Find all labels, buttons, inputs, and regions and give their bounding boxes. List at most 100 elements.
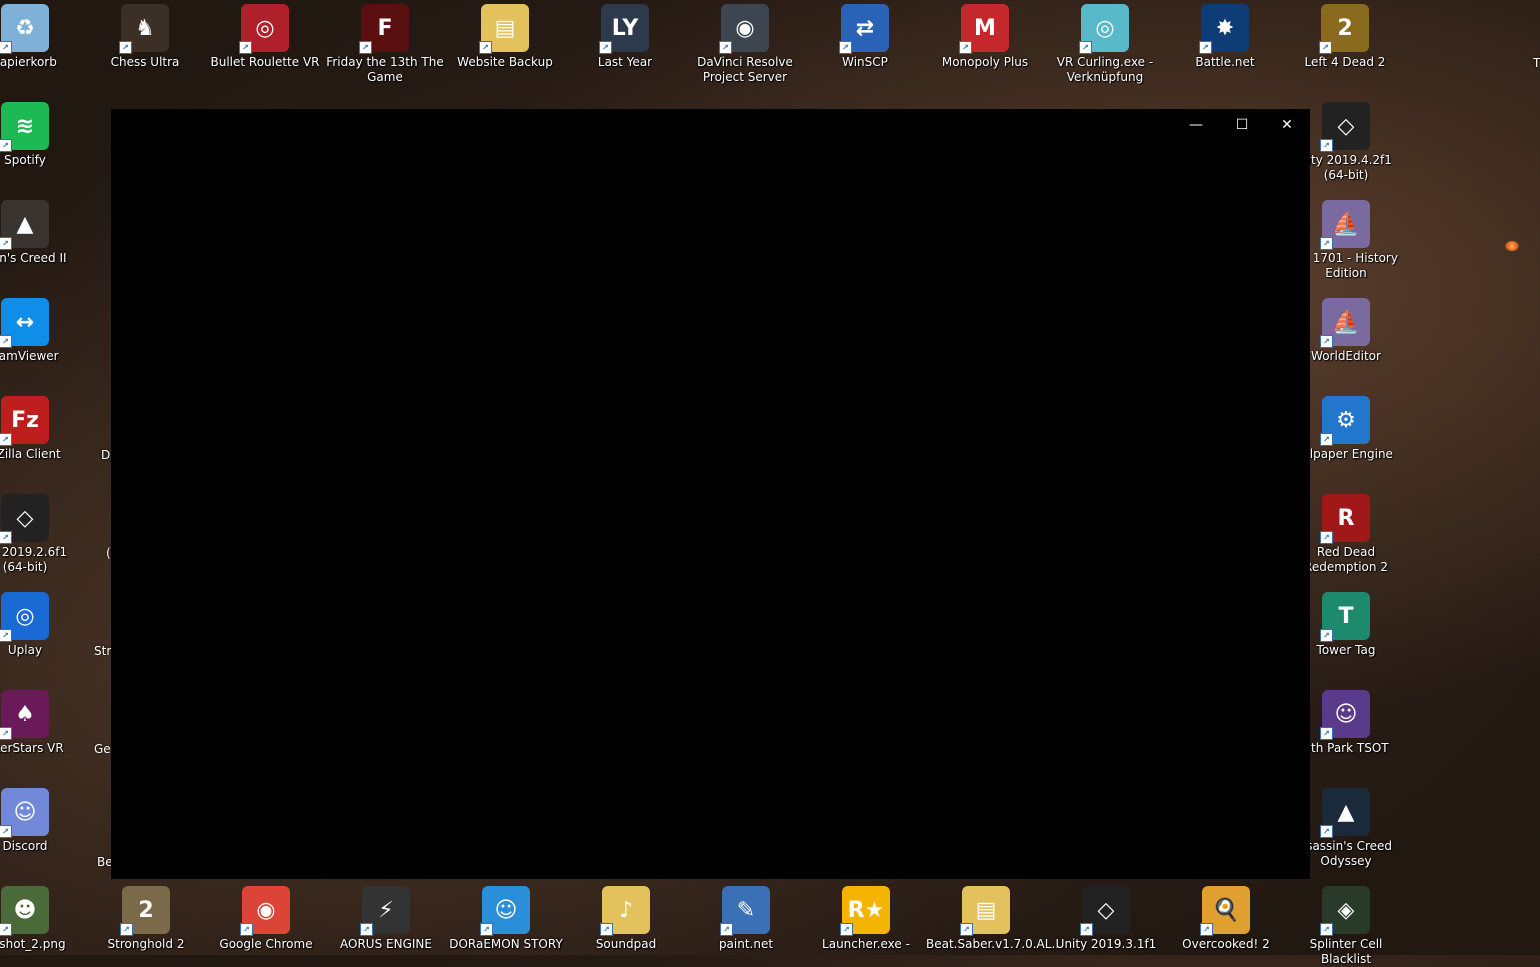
shortcut-label: paint.net — [718, 937, 774, 951]
chess-ultra-icon: ♞ ↗ — [119, 4, 169, 54]
shortcut-arrow-icon: ↗ — [719, 41, 732, 54]
desktop-shortcut[interactable]: ☻↗enshot_2.png — [0, 882, 85, 952]
assassins-creed-odyssey-icon: ▲ ↗ — [1320, 788, 1370, 838]
desktop-shortcut[interactable]: ▤ ↗ Beat.Saber.v1.7.0.AL... — [926, 882, 1063, 952]
shortcut-arrow-icon: ↗ — [120, 923, 133, 936]
desktop-shortcut[interactable]: M ↗ Monopoly Plus — [925, 0, 1045, 70]
shortcut-arrow-icon: ↗ — [0, 139, 12, 152]
desktop-shortcut[interactable]: ◎ ↗ Bullet Roulette VR — [205, 0, 325, 70]
desktop-shortcut[interactable]: ☺ ↗ Discord — [0, 784, 85, 854]
desktop-shortcut[interactable]: ☺ ↗ DORaEMON STORY — [446, 882, 566, 952]
vr-curling-icon: ◎ ↗ — [1079, 4, 1129, 54]
desktop-shortcut[interactable]: ◇ ↗ Unity 2019.3.1f1 — [1046, 882, 1166, 952]
desktop-shortcut[interactable]: LY ↗ Last Year — [565, 0, 685, 70]
spotify-icon: ≋ ↗ — [0, 102, 49, 152]
desktop-shortcut[interactable]: ♻↗Papierkorb — [0, 0, 85, 70]
shortcut-arrow-icon: ↗ — [1320, 237, 1333, 250]
minimize-button[interactable]: — — [1173, 109, 1219, 141]
bullet-roulette-icon: ◎ ↗ — [239, 4, 289, 54]
desktop-shortcut[interactable]: ◉ ↗ DaVinci Resolve Project Server — [685, 0, 805, 85]
shortcut-label: ity 2019.2.6f1 (64-bit) — [1, 545, 68, 574]
shortcut-arrow-icon: ↗ — [1199, 41, 1212, 54]
doraemon-icon: ☺ ↗ — [480, 886, 530, 936]
desktop-shortcut[interactable]: ⚡ ↗ AORUS ENGINE — [326, 882, 446, 952]
shortcut-label: Stronghold 2 — [107, 937, 185, 951]
rockstar-launcher-icon: R★ ↗ — [840, 886, 890, 936]
desktop-shortcut[interactable]: 2 ↗ Left 4 Dead 2 — [1285, 0, 1405, 70]
desktop-shortcut[interactable]: 2 ↗ Stronghold 2 — [86, 882, 206, 952]
winscp-icon: ⇄ ↗ — [839, 4, 889, 54]
left4dead2-icon: 2 ↗ — [1319, 4, 1369, 54]
shortcut-label: Bullet Roulette VR — [210, 55, 320, 69]
partial-icon-label[interactable]: D — [101, 448, 110, 462]
shortcut-arrow-icon: ↗ — [840, 923, 853, 936]
paintnet-icon: ✎ ↗ — [720, 886, 770, 936]
desktop-shortcut[interactable]: ⇄ ↗ WinSCP — [805, 0, 925, 70]
friday-13th-icon: F ↗ — [359, 4, 409, 54]
davinci-resolve-icon: ◉ ↗ — [719, 4, 769, 54]
desktop-shortcut[interactable]: ▲↗ssin's Creed II — [0, 196, 85, 266]
stronghold2-icon: 2 ↗ — [120, 886, 170, 936]
shortcut-label: Overcooked! 2 — [1182, 937, 1270, 951]
partial-icon-label[interactable]: Str — [94, 644, 111, 658]
partial-icon-label[interactable]: ( — [106, 546, 111, 560]
shortcut-label: Battle.net — [1195, 55, 1255, 69]
desktop-shortcut[interactable]: ◎ ↗ VR Curling.exe - Verknüpfung — [1045, 0, 1165, 85]
shortcut-label: Discord — [2, 839, 48, 853]
close-button[interactable]: ✕ — [1264, 109, 1310, 141]
unity-icon: ◇ ↗ — [1080, 886, 1130, 936]
shortcut-label: Unity 2019.3.1f1 — [1055, 937, 1157, 951]
shortcut-label: Monopoly Plus — [941, 55, 1029, 69]
pokerstars-icon: ♠ ↗ — [0, 690, 49, 740]
last-year-icon: LY ↗ — [599, 4, 649, 54]
shortcut-arrow-icon: ↗ — [479, 41, 492, 54]
desktop-shortcut[interactable]: R★ ↗ Launcher.exe - — [806, 882, 926, 952]
desktop-shortcut[interactable]: ◈ ↗ Splinter Cell Blacklist — [1286, 882, 1406, 967]
shortcut-arrow-icon: ↗ — [1200, 923, 1213, 936]
desktop-shortcut[interactable]: ♠↗okerStars VR — [0, 686, 85, 756]
black-app-window[interactable]: — ☐ ✕ — [111, 109, 1310, 879]
battlenet-icon: ✸ ↗ — [1199, 4, 1249, 54]
desktop-shortcut[interactable]: ▤ ↗ Website Backup — [445, 0, 565, 70]
desktop-shortcut[interactable]: ♞ ↗ Chess Ultra — [85, 0, 205, 70]
shortcut-arrow-icon: ↗ — [1320, 825, 1333, 838]
shortcut-label: Google Chrome — [219, 937, 313, 951]
minimize-icon: — — [1189, 117, 1203, 133]
desktop-shortcut[interactable]: ≋ ↗ Spotify — [0, 98, 85, 168]
shortcut-arrow-icon: ↗ — [720, 923, 733, 936]
desktop-shortcut[interactable]: ♪ ↗ Soundpad — [566, 882, 686, 952]
tower-tag-icon: T ↗ — [1320, 592, 1370, 642]
shortcut-label: Chess Ultra — [110, 55, 180, 69]
soundpad-icon: ♪ ↗ — [600, 886, 650, 936]
shortcut-label: Left 4 Dead 2 — [1304, 55, 1386, 69]
desktop-shortcut[interactable]: ✎ ↗ paint.net — [686, 882, 806, 952]
shortcut-label: AORUS ENGINE — [340, 937, 432, 951]
shortcut-label: ssin's Creed II — [0, 251, 67, 265]
desktop-shortcut[interactable]: ✸ ↗ Battle.net — [1165, 0, 1285, 70]
desktop-shortcut[interactable]: 🍳 ↗ Overcooked! 2 — [1166, 882, 1286, 952]
shortcut-arrow-icon: ↗ — [0, 727, 12, 740]
shortcut-arrow-icon: ↗ — [359, 41, 372, 54]
desktop-shortcut[interactable]: ↔↗eamViewer — [0, 294, 85, 364]
shortcut-label: Papierkorb — [0, 55, 57, 69]
maximize-button[interactable]: ☐ — [1219, 109, 1265, 141]
shortcut-arrow-icon: ↗ — [360, 923, 373, 936]
desktop-shortcut[interactable]: ◎ ↗ Uplay — [0, 588, 85, 658]
shortcut-arrow-icon: ↗ — [0, 531, 12, 544]
shortcut-label: Launcher.exe - — [822, 937, 910, 951]
desktop-shortcut[interactable]: ◇↗ity 2019.2.6f1 (64-bit) — [0, 490, 85, 575]
shortcut-arrow-icon: ↗ — [0, 923, 12, 936]
shortcut-arrow-icon: ↗ — [0, 237, 12, 250]
desktop-shortcut[interactable]: Fz↗eZilla Client — [0, 392, 85, 462]
shortcut-arrow-icon: ↗ — [1320, 727, 1333, 740]
worldeditor-icon: ⛵ ↗ — [1320, 298, 1370, 348]
shortcut-arrow-icon: ↗ — [1320, 433, 1333, 446]
shortcut-arrow-icon: ↗ — [839, 41, 852, 54]
partial-icon-label[interactable]: T — [1533, 56, 1540, 70]
desktop-shortcut[interactable]: ◉ ↗ Google Chrome — [206, 882, 326, 952]
shortcut-arrow-icon: ↗ — [600, 923, 613, 936]
filezilla-icon: Fz ↗ — [0, 396, 49, 446]
shortcut-label: Uplay — [7, 643, 43, 657]
desktop-shortcut[interactable]: F ↗ Friday the 13th The Game — [325, 0, 445, 85]
close-icon: ✕ — [1281, 117, 1293, 133]
